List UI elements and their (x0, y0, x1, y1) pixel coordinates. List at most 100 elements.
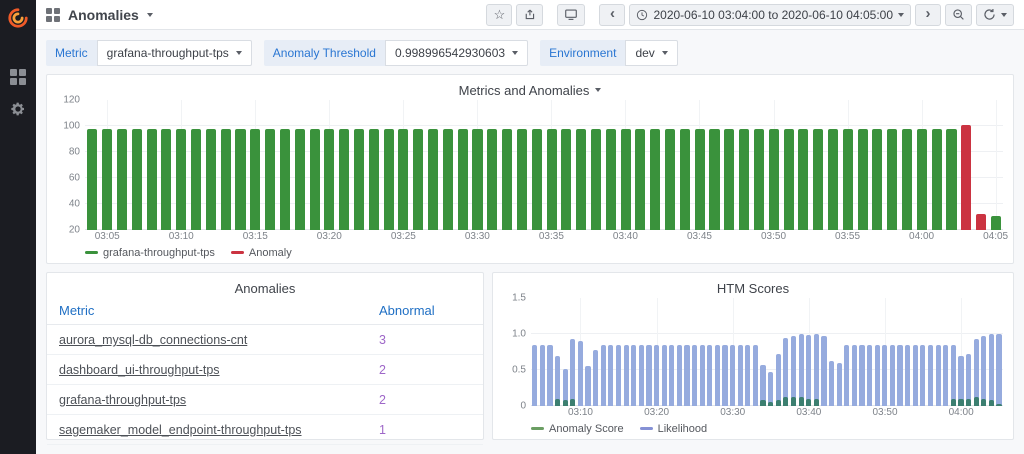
legend-anomaly-swatch-icon (230, 251, 244, 254)
metrics-chart-y-axis: 20 40 60 80 100 120 (57, 95, 85, 236)
bar-slot (766, 100, 781, 230)
likelihood-bar (988, 334, 994, 406)
legend-item-anomaly-score[interactable]: Anomaly Score (531, 423, 624, 435)
metric-bar (398, 128, 409, 230)
refresh-interval-caret-icon[interactable] (1001, 12, 1007, 17)
bar-slot (870, 100, 885, 230)
metric-link[interactable]: dashboard_ui-throughput-tps (59, 363, 379, 377)
anomaly-bar (961, 124, 972, 230)
bar-slot (843, 298, 851, 406)
metric-bar (857, 128, 868, 230)
bar-slot (531, 298, 539, 406)
metric-bar (916, 128, 927, 230)
anomaly-score-bar (790, 397, 797, 406)
bar-slot (722, 100, 737, 230)
metric-bar (516, 128, 527, 230)
legend-item-anomaly[interactable]: Anomaly (230, 247, 292, 259)
bar-slot (322, 100, 337, 230)
dashboard-title[interactable]: Anomalies (68, 7, 139, 23)
table-header-metric[interactable]: Metric (59, 303, 379, 318)
metric-bar (531, 128, 542, 230)
star-button[interactable]: ☆ (486, 3, 513, 26)
bar-slot (781, 100, 796, 230)
legend-metric-swatch-icon (85, 251, 98, 254)
filter-threshold: Anomaly Threshold 0.998996542930603 (263, 40, 529, 66)
bar-slot (455, 100, 470, 230)
panel-htm-title[interactable]: HTM Scores (503, 278, 1003, 298)
abnormal-count: 2 (379, 393, 386, 407)
grafana-logo-icon[interactable] (7, 7, 29, 29)
metric-link[interactable]: sagemaker_model_endpoint-throughput-tps (59, 423, 379, 437)
metric-bar (161, 128, 172, 230)
monitor-icon (565, 9, 578, 20)
metrics-chart-plot[interactable] (85, 100, 1003, 230)
likelihood-bar (927, 344, 934, 406)
bar-slot (919, 298, 927, 406)
metric-bar (250, 128, 261, 230)
metric-link[interactable]: grafana-throughput-tps (59, 393, 379, 407)
metric-bar (294, 128, 305, 230)
likelihood-bar (943, 344, 949, 406)
metric-bar (679, 128, 690, 230)
zoom-out-button[interactable] (945, 3, 972, 26)
settings-gear-icon[interactable] (10, 101, 26, 117)
x-tick-label: 03:05 (94, 231, 120, 242)
refresh-button[interactable] (976, 3, 1014, 26)
share-button[interactable] (516, 3, 544, 26)
metric-bar (739, 128, 750, 230)
dashboards-icon[interactable] (10, 69, 26, 85)
chevron-right-icon: › (925, 5, 931, 22)
filter-metric-caret-icon (235, 51, 242, 55)
bar-slot (615, 298, 623, 406)
filter-metric: Metric grafana-throughput-tps (46, 40, 252, 66)
metric-bar (87, 128, 98, 230)
time-range-picker[interactable]: 2020-06-10 03:04:00 to 2020-06-10 04:05:… (629, 3, 911, 26)
time-back-button[interactable]: ‹ (599, 3, 626, 26)
metric-bar (442, 128, 453, 230)
likelihood-bar (631, 344, 637, 406)
bar-slot (942, 298, 950, 406)
bar-slot (835, 298, 843, 406)
time-forward-button[interactable]: › (915, 3, 941, 26)
panel-htm-title-text: HTM Scores (716, 280, 790, 296)
filter-environment-select[interactable]: dev (625, 40, 678, 66)
bar-slot (676, 298, 684, 406)
metric-link[interactable]: aurora_mysql-db_connections-cnt (59, 333, 379, 347)
htm-chart-plot[interactable] (531, 298, 1003, 406)
bar-slot (974, 100, 989, 230)
bar-slot (721, 298, 729, 406)
time-range-label: 2020-06-10 03:04:00 to 2020-06-10 04:05:… (653, 7, 893, 22)
bar-slot (592, 298, 600, 406)
x-tick-label: 04:05 (983, 231, 1009, 242)
bar-slot (577, 298, 585, 406)
bar-slot (337, 100, 352, 230)
bar-slot (729, 298, 737, 406)
x-tick-label: 03:45 (686, 231, 712, 242)
bar-slot (706, 298, 714, 406)
time-range-caret-icon (898, 12, 904, 17)
bar-slot (759, 298, 767, 406)
x-tick-label: 03:10 (567, 407, 593, 418)
metric-bar (353, 128, 365, 230)
bar-slot (396, 100, 411, 230)
filter-metric-select[interactable]: grafana-throughput-tps (96, 40, 252, 66)
panel-metrics-title[interactable]: Metrics and Anomalies (57, 80, 1003, 100)
table-header-abnormal[interactable]: Abnormal (379, 303, 471, 318)
bar-slot (204, 100, 219, 230)
abnormal-count: 2 (379, 363, 386, 377)
dashboard-title-caret-icon[interactable] (146, 12, 153, 17)
anomaly-score-bar (981, 398, 987, 406)
likelihood-bar (790, 336, 797, 406)
y-tick-label: 80 (68, 146, 80, 158)
bar-slot (813, 298, 821, 406)
likelihood-bar (981, 336, 987, 406)
tv-mode-button[interactable] (557, 3, 586, 26)
htm-chart-x-axis: 03:10 03:20 03:30 03:40 03:50 04:00 (531, 406, 1003, 420)
anomaly-score-bar (950, 398, 956, 406)
panel-anomalies-title[interactable]: Anomalies (47, 278, 483, 298)
legend-item-likelihood[interactable]: Likelihood (639, 423, 707, 435)
filter-metric-label: Metric (46, 40, 97, 66)
dashboard-grid-icon[interactable] (46, 7, 60, 22)
filter-threshold-select[interactable]: 0.998996542930603 (384, 40, 529, 66)
legend-item-metric[interactable]: grafana-throughput-tps (85, 247, 215, 259)
